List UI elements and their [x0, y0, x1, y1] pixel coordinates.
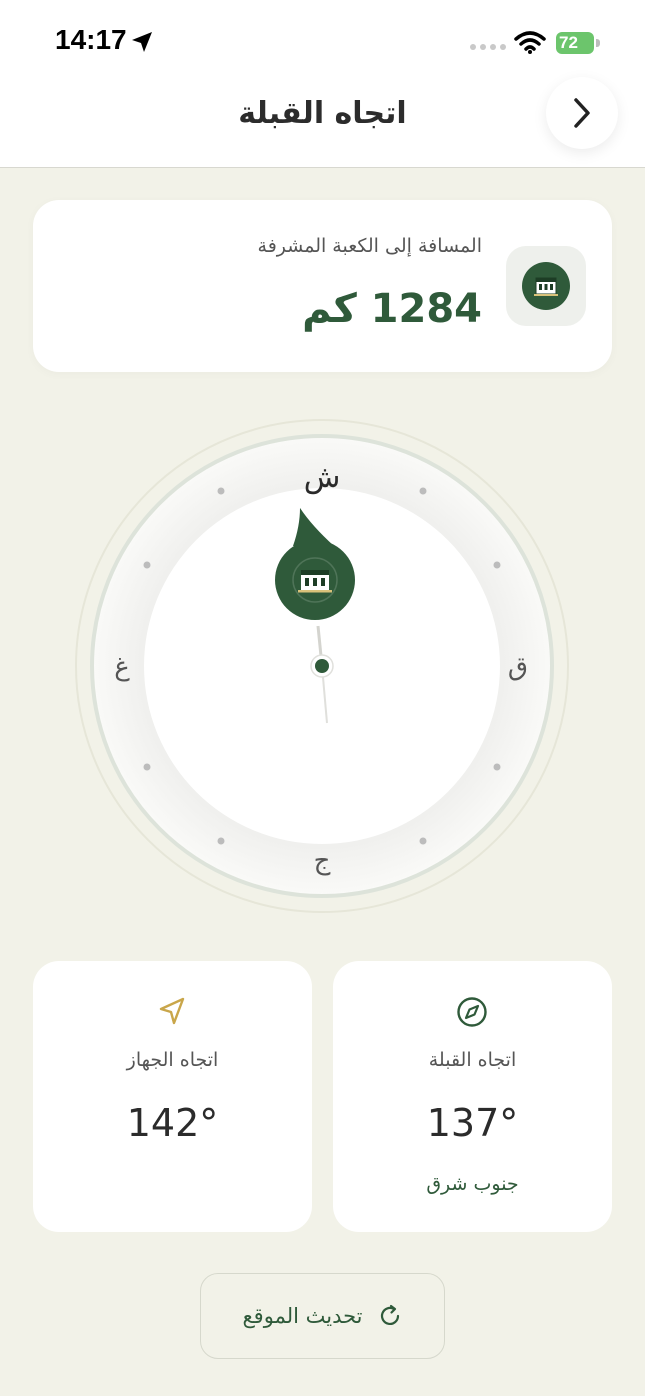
device-heading-card: اتجاه الجهاز 142° — [33, 961, 312, 1232]
navigation-arrow-icon — [159, 997, 185, 1025]
cardinal-south: ج — [313, 846, 331, 876]
battery-tip — [596, 39, 600, 47]
cellular-signal-icon — [470, 44, 506, 50]
distance-value: 1284 كم — [302, 286, 482, 332]
distance-card: المسافة إلى الكعبة المشرفة 1284 كم — [33, 200, 612, 372]
qibla-direction-label: اتجاه القبلة — [428, 1049, 517, 1071]
distance-label: المسافة إلى الكعبة المشرفة — [257, 235, 482, 257]
cardinal-west: غ — [114, 652, 130, 682]
wifi-icon — [514, 31, 546, 54]
back-button[interactable] — [546, 77, 618, 149]
refresh-icon — [380, 1304, 399, 1325]
chevron-right-icon — [574, 98, 590, 128]
location-arrow-icon — [132, 32, 152, 52]
kaaba-tile — [506, 246, 586, 326]
status-bar: 14:17 72 — [0, 0, 645, 80]
qibla-compass: ش ق غ ج — [72, 418, 572, 918]
status-time: 14:17 — [55, 24, 127, 55]
refresh-location-button[interactable]: تحديث الموقع — [200, 1273, 445, 1359]
cardinal-north: ش — [303, 460, 341, 495]
battery-charging-icon: 72 — [556, 32, 594, 54]
device-heading-label: اتجاه الجهاز — [126, 1049, 219, 1071]
compass-icon — [457, 997, 487, 1027]
qibla-direction-card: اتجاه القبلة 137° جنوب شرق — [333, 961, 612, 1232]
kaaba-icon — [522, 262, 570, 310]
battery-level: 72 — [559, 33, 578, 52]
qibla-direction-value: 137° — [426, 1101, 519, 1145]
kaaba-icon — [298, 570, 332, 593]
device-heading-value: 142° — [126, 1101, 219, 1145]
qibla-direction-text: جنوب شرق — [426, 1173, 519, 1195]
cardinal-east: ق — [507, 652, 529, 682]
header: اتجاه القبلة — [0, 77, 645, 168]
refresh-location-label: تحديث الموقع — [242, 1304, 363, 1328]
